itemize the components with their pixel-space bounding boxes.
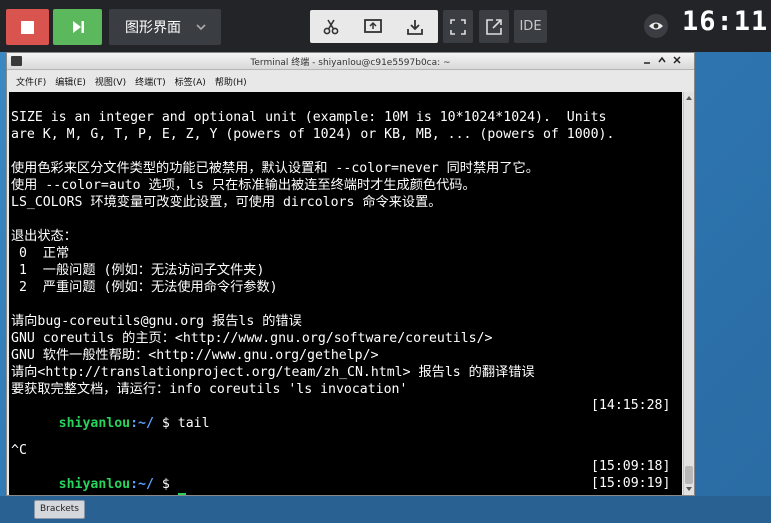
terminal-line: LS_COLORS 环境变量可改变此设置，可使用 dircolors 命令来设置… — [11, 195, 442, 210]
terminal-line: 使用色彩来区分文件类型的功能已被禁用，默认设置和 --color=never 同… — [11, 161, 539, 176]
terminal-line: are K, M, G, T, P, E, Z, Y (powers of 10… — [11, 127, 615, 142]
prompt-line: shiyanlou:~/ $ — [11, 459, 170, 492]
download-icon — [407, 19, 423, 35]
view-toggle-button[interactable] — [644, 14, 668, 38]
clock: 16:11 — [682, 6, 769, 37]
switch-screen-button[interactable] — [352, 10, 394, 43]
menu-view[interactable]: 视图(V) — [95, 75, 126, 88]
prompt-timestamp: [14:15:28] — [591, 398, 671, 413]
prompt-path: :~/ — [130, 416, 154, 431]
terminal-line: GNU 软件一般性帮助：<http://www.gnu.org/gethelp/… — [11, 348, 379, 363]
terminal-line: 2 严重问题 (例如：无法使用命令行参数) — [11, 280, 278, 295]
window-title: Terminal 终端 - shiyanlou@c91e5597b0ca: ~ — [250, 58, 451, 68]
scrollbar-thumb[interactable] — [685, 466, 693, 484]
fullscreen-icon — [450, 18, 466, 35]
ide-button[interactable]: IDE — [514, 10, 547, 43]
terminal-window: Terminal 终端 - shiyanlou@c91e5597b0ca: ~ … — [6, 52, 695, 496]
terminal-line: 请向<http://translationproject.org/team/zh… — [11, 365, 535, 380]
cut-button[interactable] — [310, 10, 352, 43]
terminal-line: 0 正常 — [11, 246, 70, 261]
prompt-user: shiyanlou — [58, 416, 131, 431]
close-icon — [673, 56, 681, 64]
scissors-icon — [323, 19, 339, 34]
terminal-output[interactable]: SIZE is an integer and optional unit (ex… — [9, 92, 682, 495]
stop-icon — [21, 20, 34, 34]
terminal-line: 请向bug-coreutils@gnu.org 报告ls 的错误 — [11, 314, 302, 329]
prompt-symbol: $ — [161, 416, 170, 431]
maximize-button[interactable] — [656, 55, 668, 67]
chevron-down-icon — [196, 24, 206, 31]
menu-help[interactable]: 帮助(H) — [215, 75, 247, 88]
terminal-line: 1 一般问题 (例如：无法访问子文件夹) — [11, 263, 265, 278]
mode-select-label: 图形界面 — [125, 20, 181, 36]
prompt-line: shiyanlou:~/ $ — [11, 476, 186, 495]
terminal-line: 退出状态： — [11, 229, 77, 244]
fullscreen-button[interactable] — [443, 10, 473, 43]
terminal-line: 要获取完整文档，请运行：info coreutils 'ls invocatio… — [11, 382, 408, 397]
scroll-down-icon[interactable] — [686, 487, 692, 491]
menu-tabs[interactable]: 标签(A) — [175, 75, 206, 88]
run-icon — [72, 21, 84, 33]
switch-screen-icon — [364, 18, 382, 33]
close-button[interactable] — [671, 55, 683, 67]
menu-file[interactable]: 文件(F) — [16, 75, 46, 88]
download-button[interactable] — [394, 10, 436, 43]
terminal-line: 使用 --color=auto 选项，ls 只在标准输出被连至终端时才生成颜色代… — [11, 178, 476, 193]
eye-icon — [649, 22, 663, 30]
minimize-button[interactable] — [641, 55, 653, 67]
taskbar: Brackets — [0, 496, 771, 523]
terminal-cursor — [177, 493, 186, 495]
prompt-timestamp: [15:09:18] — [591, 459, 671, 474]
taskbar-item-brackets[interactable]: Brackets — [34, 500, 85, 519]
minimize-icon — [644, 62, 650, 64]
maximize-icon — [658, 56, 666, 63]
ide-button-label: IDE — [519, 19, 542, 34]
prompt-line: shiyanlou:~/ $ tail — [11, 398, 210, 431]
tool-group — [310, 10, 438, 43]
menu-edit[interactable]: 编辑(E) — [55, 75, 86, 88]
prompt-timestamp: [15:09:19] — [591, 476, 671, 491]
interrupt-line: ^C — [11, 443, 27, 458]
stop-button[interactable] — [6, 9, 49, 45]
menu-bar: 文件(F) 编辑(E) 视图(V) 终端(T) 标签(A) 帮助(H) — [7, 71, 694, 91]
run-button[interactable] — [53, 9, 102, 45]
top-toolbar: 图形界面 IDE 16:11 — [0, 0, 771, 52]
terminal-line: GNU coreutils 的主页：<http://www.gnu.org/so… — [11, 331, 493, 346]
menu-terminal[interactable]: 终端(T) — [135, 75, 166, 88]
scroll-up-icon[interactable] — [686, 96, 692, 100]
prompt-command: tail — [169, 416, 210, 431]
window-titlebar[interactable]: Terminal 终端 - shiyanlou@c91e5597b0ca: ~ — [7, 53, 694, 70]
external-link-icon — [486, 18, 502, 35]
terminal-line: SIZE is an integer and optional unit (ex… — [11, 110, 607, 125]
terminal-scrollbar[interactable] — [683, 92, 694, 495]
mode-select[interactable]: 图形界面 — [109, 9, 221, 45]
external-link-button[interactable] — [479, 10, 509, 43]
